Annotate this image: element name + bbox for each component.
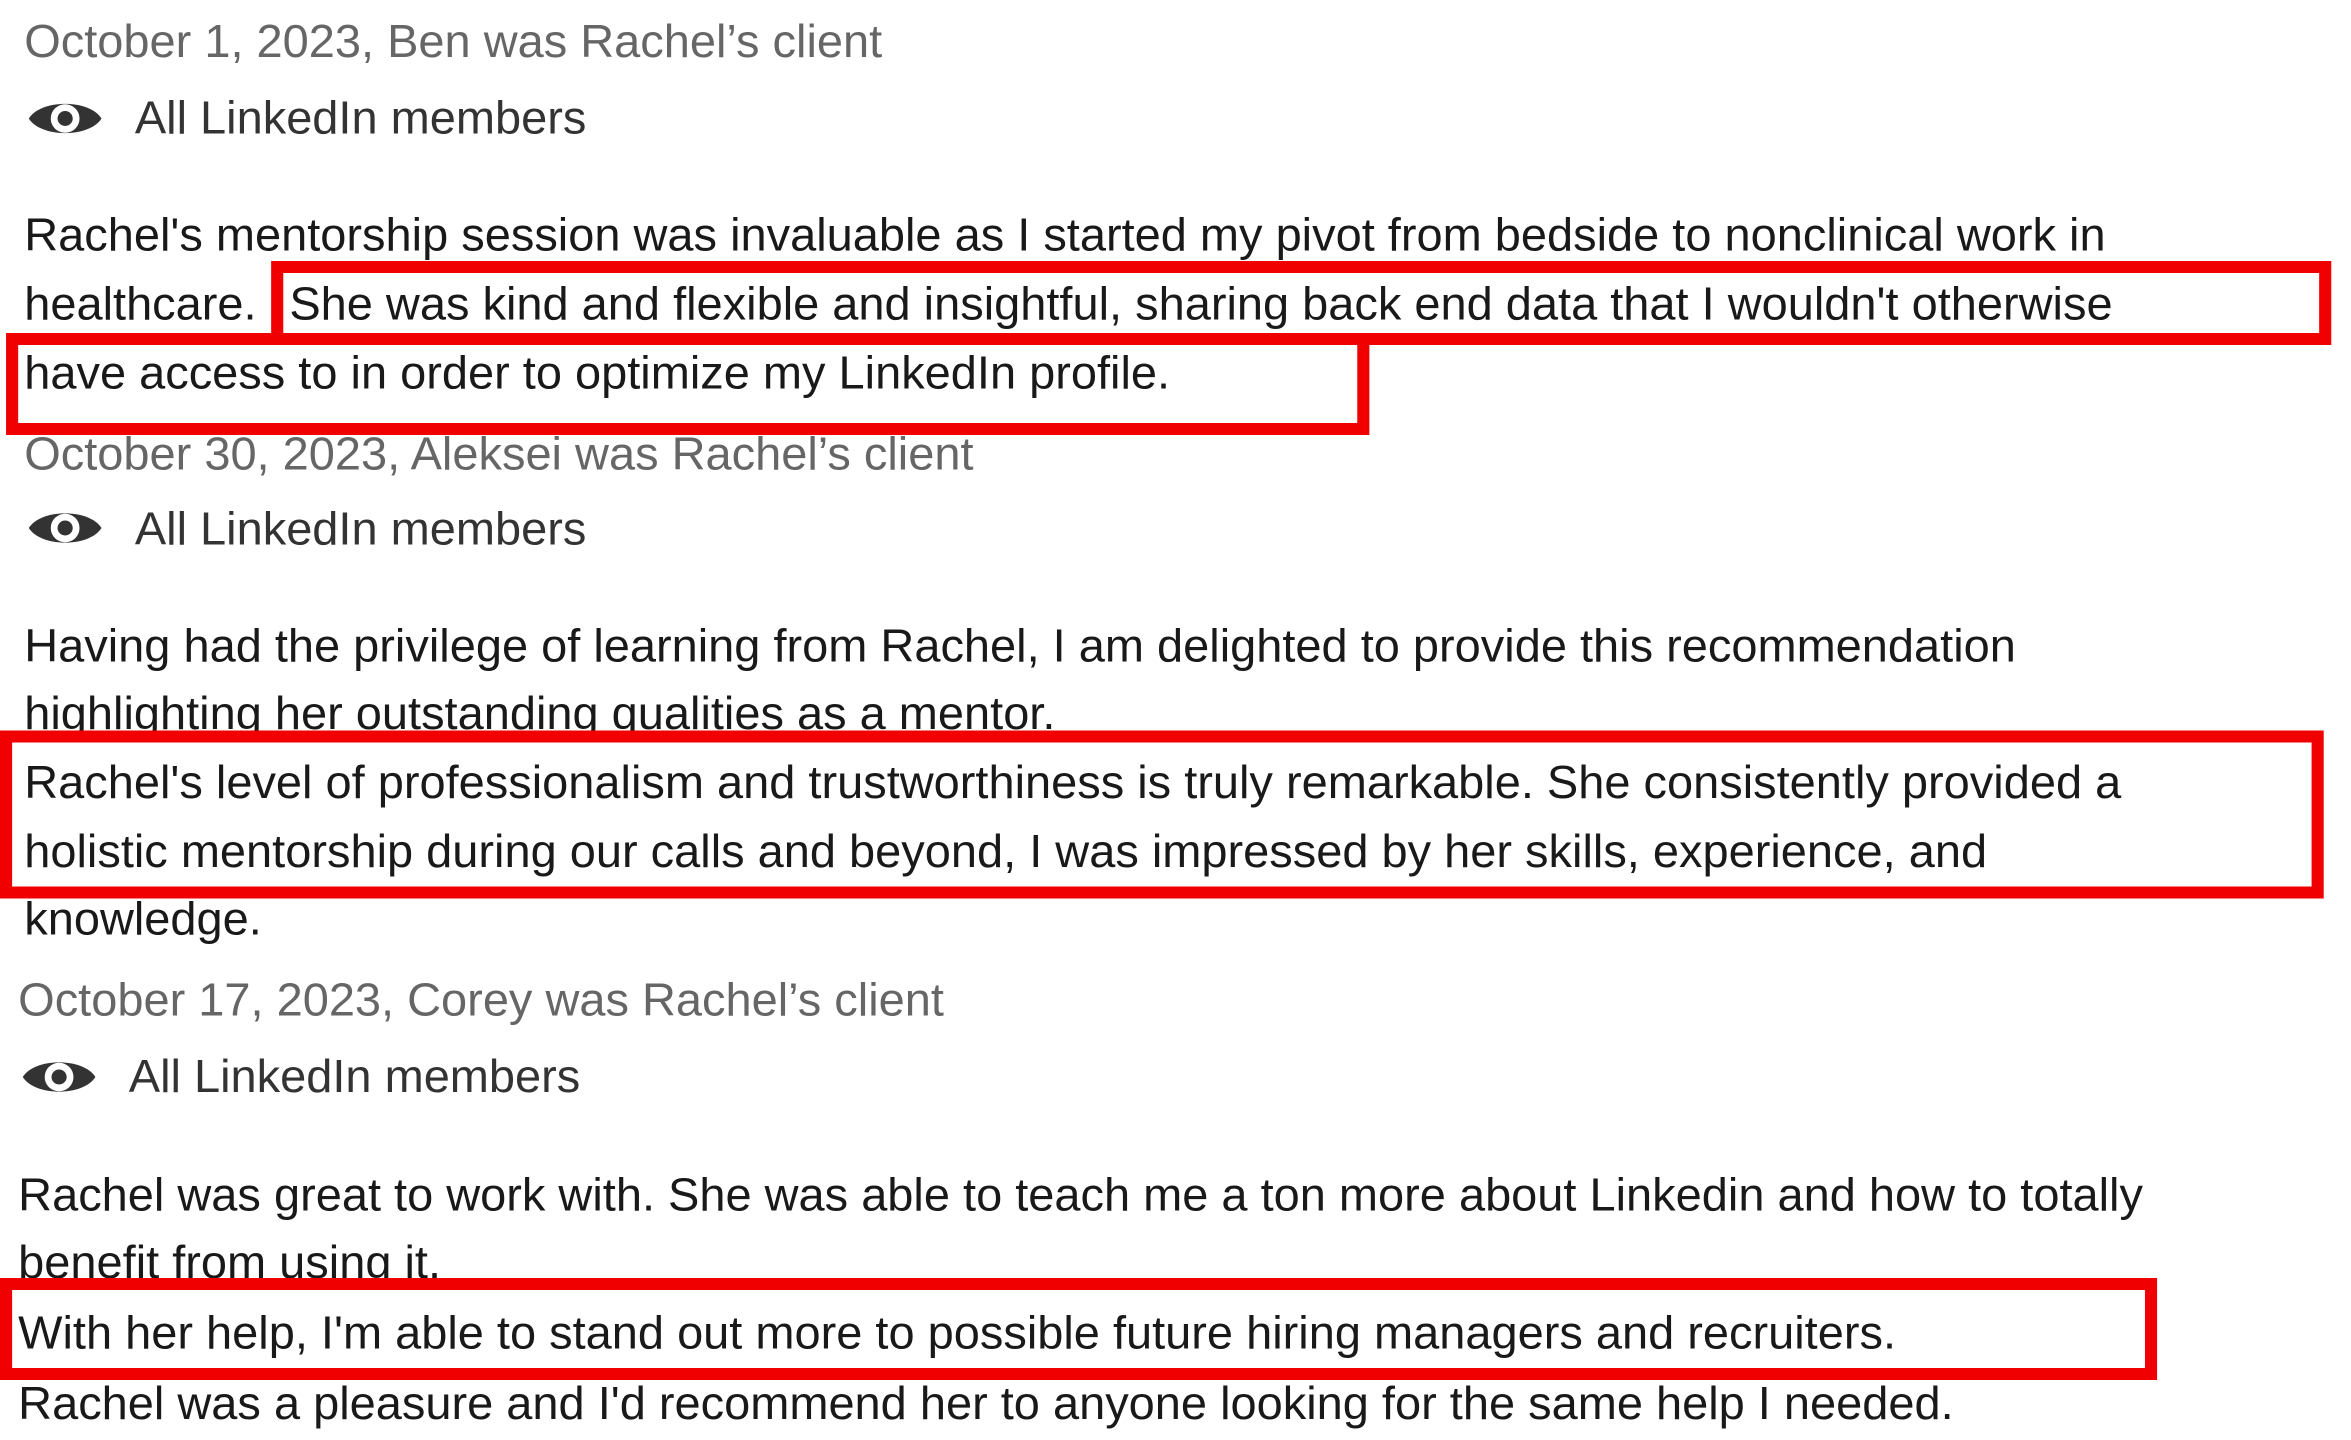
recommendation-text-line: Rachel was a pleasure and I'd recommend …: [18, 1377, 1954, 1430]
visibility-label: All LinkedIn members: [134, 502, 587, 555]
visibility-label: All LinkedIn members: [134, 91, 587, 144]
recommendation-text-line: Having had the privilege of learning fro…: [24, 619, 2016, 672]
recommendation-date-relationship: October 17, 2023, Corey was Rachel’s cli…: [18, 973, 944, 1026]
recommendation-text-line: Rachel's mentorship session was invaluab…: [24, 208, 2106, 261]
recommendation-date-relationship: October 30, 2023, Aleksei was Rachel’s c…: [24, 427, 974, 480]
eye-icon: [28, 513, 102, 543]
recommendation-text-line: healthcare.: [24, 277, 257, 330]
highlight-box: [0, 1278, 2158, 1380]
visibility-label: All LinkedIn members: [128, 1050, 581, 1103]
eye-icon: [28, 103, 102, 134]
recommendation-text-line: Rachel was great to work with. She was a…: [18, 1168, 2143, 1221]
recommendation-date-relationship: October 1, 2023, Ben was Rachel’s client: [24, 15, 883, 68]
recommendation-text-line: knowledge.: [24, 892, 262, 945]
highlight-box: [0, 730, 2324, 899]
highlight-box: [6, 333, 1370, 435]
recommendations-page: October 1, 2023, Ben was Rachel’s client…: [0, 0, 2351, 1440]
eye-icon: [22, 1062, 96, 1092]
